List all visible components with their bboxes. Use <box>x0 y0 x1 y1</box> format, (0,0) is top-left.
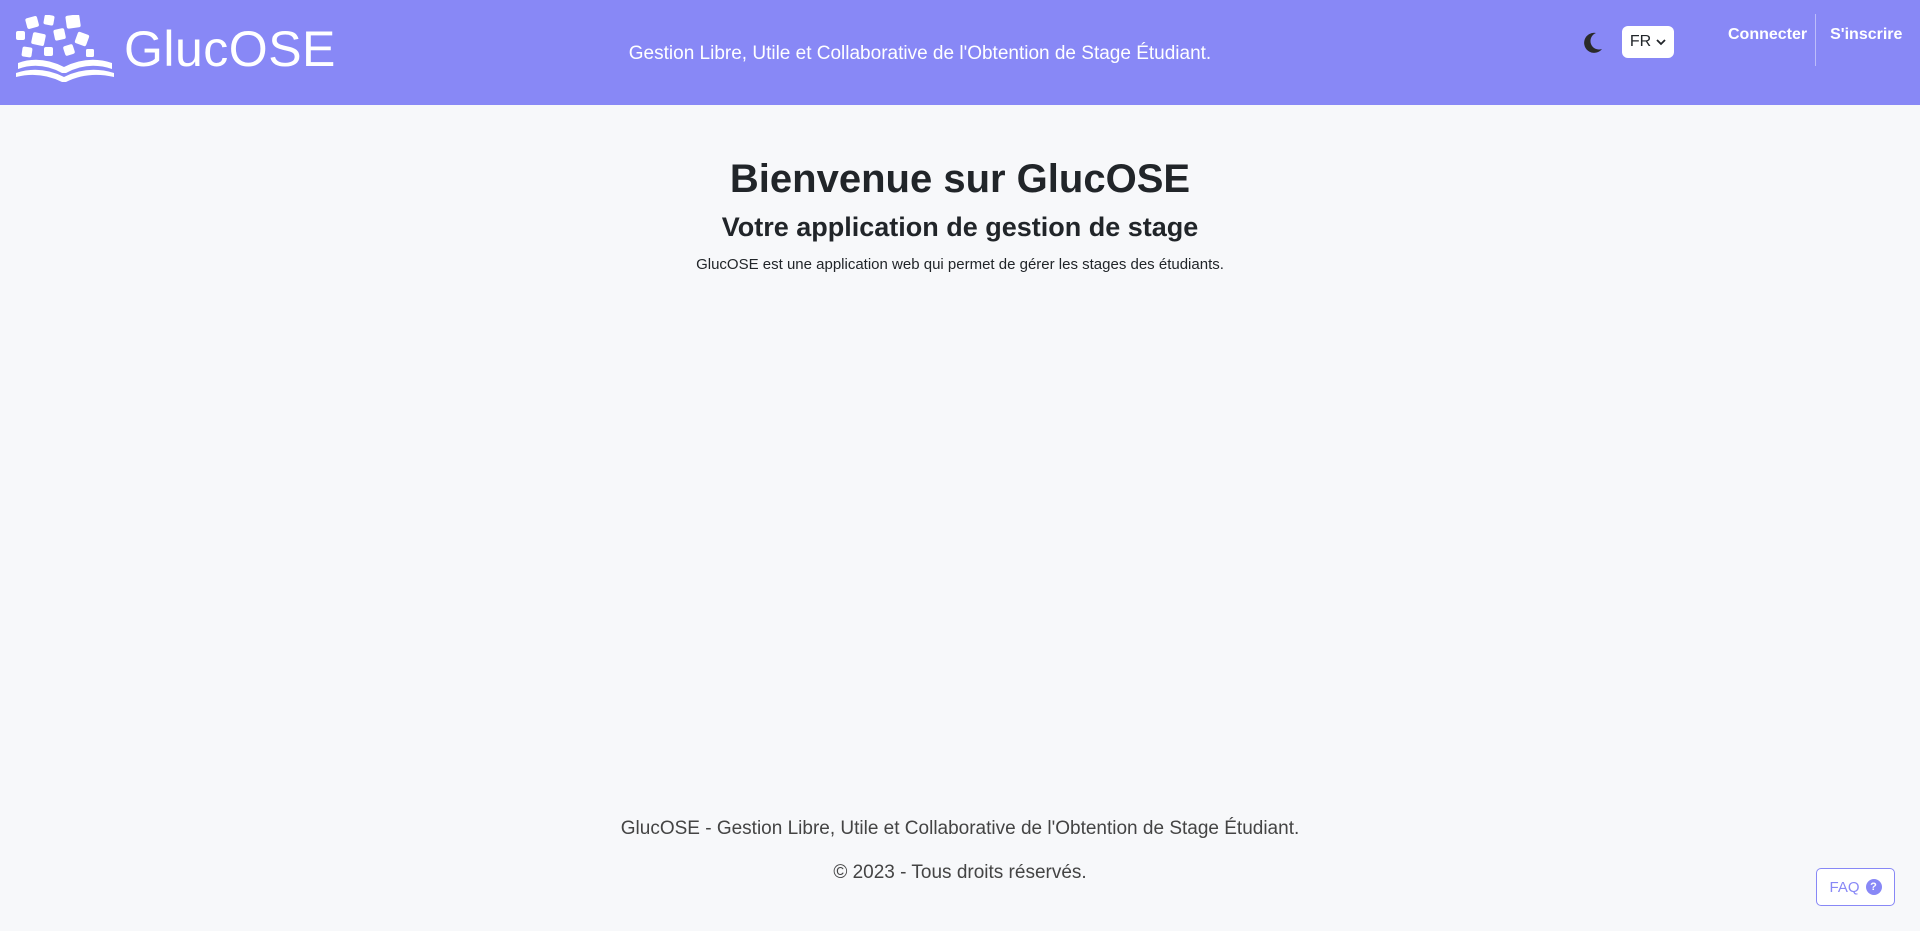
language-select[interactable]: FR <box>1622 26 1674 58</box>
signup-link[interactable]: S'inscrire <box>1816 14 1910 66</box>
header-tagline: Gestion Libre, Utile et Collaborative de… <box>628 43 1212 64</box>
dark-mode-toggle[interactable] <box>1578 29 1606 57</box>
faq-label: FAQ <box>1829 878 1860 896</box>
brand-home-link[interactable]: GlucOSE <box>14 14 336 84</box>
footer-copyright: © 2023 - Tous droits réservés. <box>833 862 1087 883</box>
top-navbar: GlucOSE Gestion Libre, Utile et Collabor… <box>0 0 1920 105</box>
faq-button[interactable]: FAQ ? <box>1816 868 1895 906</box>
welcome-section: Bienvenue sur GlucOSE Votre application … <box>0 155 1920 275</box>
page-footer: GlucOSE - Gestion Libre, Utile et Collab… <box>0 818 1920 884</box>
moon-icon <box>1584 32 1602 53</box>
chevron-down-icon <box>1656 39 1666 46</box>
page-subtitle: Votre application de gestion de stage <box>721 212 1199 242</box>
question-icon: ? <box>1865 879 1882 895</box>
login-link[interactable]: Connecter <box>1714 14 1815 66</box>
book-logo-icon <box>16 15 114 82</box>
footer-tagline: GlucOSE - Gestion Libre, Utile et Collab… <box>620 818 1300 839</box>
page-title: Bienvenue sur GlucOSE <box>729 157 1191 201</box>
auth-nav: Connecter S'inscrire <box>1714 14 1910 66</box>
page-description: GlucOSE est une application web qui perm… <box>696 256 1224 273</box>
brand-name: GlucOSE <box>124 21 336 77</box>
language-select-value: FR <box>1629 33 1652 50</box>
